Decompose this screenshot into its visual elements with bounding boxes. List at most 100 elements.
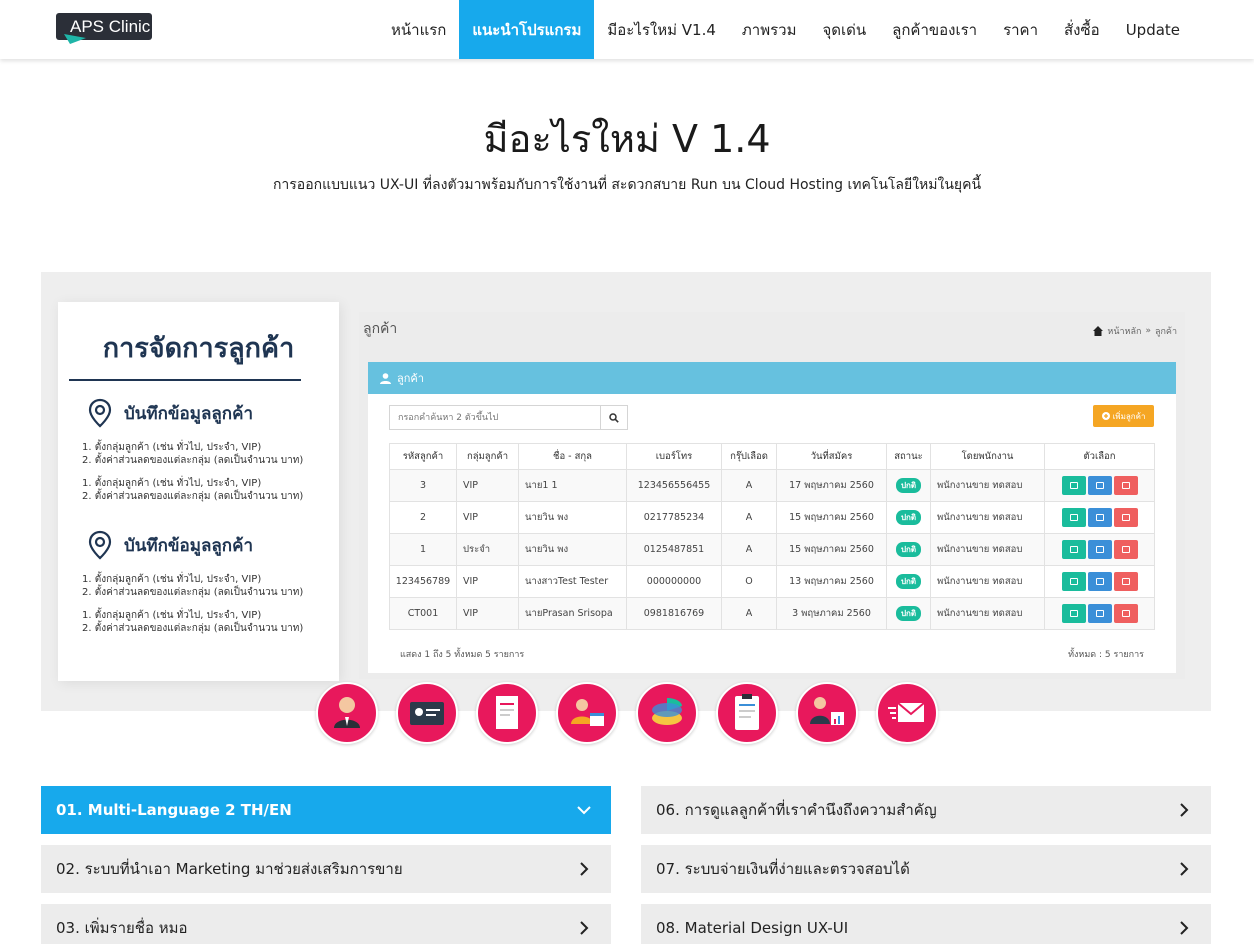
accordion-item-marketing[interactable]: 02. ระบบที่นำเอา Marketing มาช่วยส่งเสริ… bbox=[41, 845, 611, 893]
cell-name: นายวิน พง bbox=[518, 501, 627, 534]
edit-button[interactable] bbox=[1087, 540, 1112, 559]
breadcrumb-home[interactable]: หน้าหลัก bbox=[1107, 324, 1141, 338]
delete-button[interactable] bbox=[1113, 508, 1138, 527]
search-icon bbox=[609, 412, 619, 423]
breadcrumb: หน้าหลัก » ลูกค้า bbox=[1093, 324, 1177, 338]
add-customer-button[interactable]: เพิ่มลูกค้า bbox=[1093, 405, 1154, 427]
col-header[interactable]: กลุ่มลูกค้า bbox=[456, 443, 519, 470]
main-nav: หน้าแรก แนะนำโปรแกรม มีอะไรใหม่ V1.4 ภาพ… bbox=[378, 0, 1193, 59]
delete-button[interactable] bbox=[1113, 540, 1138, 559]
card-line: 2. ตั้งค่าส่วนลดของแต่ละกลุ่ม (ลดเป็นจำน… bbox=[82, 623, 304, 634]
breadcrumb-current: ลูกค้า bbox=[1154, 327, 1177, 337]
nav-overview[interactable]: ภาพรวม bbox=[729, 0, 810, 59]
accordion-item-customer-care[interactable]: 06. การดูแลลูกค้าที่เราคำนึงถึงความสำคัญ bbox=[641, 786, 1211, 834]
search-input[interactable] bbox=[390, 406, 600, 429]
customer-icon[interactable] bbox=[316, 682, 378, 744]
cell-date: 17 พฤษภาคม 2560 bbox=[776, 469, 887, 502]
col-header[interactable]: กรุ๊ปเลือด bbox=[721, 443, 777, 470]
receipt-icon[interactable] bbox=[476, 682, 538, 744]
cell-date: 15 พฤษภาคม 2560 bbox=[776, 501, 887, 534]
print-button[interactable] bbox=[1061, 540, 1086, 559]
cell-actions bbox=[1044, 565, 1155, 598]
nav-home[interactable]: หน้าแรก bbox=[378, 0, 459, 59]
status-badge: ปกติ bbox=[895, 510, 922, 525]
cell-blood: A bbox=[721, 533, 777, 566]
col-header[interactable]: วันที่สมัคร bbox=[776, 443, 887, 470]
plus-circle-icon bbox=[1101, 412, 1110, 420]
accordion-item-add-doctor[interactable]: 03. เพิ่มรายชื่อ หมอ bbox=[41, 904, 611, 944]
accordion-label: 03. เพิ่มรายชื่อ หมอ bbox=[56, 919, 188, 937]
nav-whats-new[interactable]: มีอะไรใหม่ V1.4 bbox=[594, 0, 729, 59]
nav-pricing[interactable]: ราคา bbox=[990, 0, 1051, 59]
cell-blood: A bbox=[721, 501, 777, 534]
cell-id: 3 bbox=[389, 469, 457, 502]
cell-status: ปกติ bbox=[886, 597, 931, 630]
location-pin-icon bbox=[88, 530, 112, 560]
card-line: 2. ตั้งค่าส่วนลดของแต่ละกลุ่ม (ลดเป็นจำน… bbox=[82, 491, 304, 502]
panel-header: ลูกค้า bbox=[368, 362, 1176, 394]
chevron-right-icon bbox=[1180, 921, 1189, 935]
col-header[interactable]: โดยพนักงาน bbox=[930, 443, 1045, 470]
card-line: 2. ตั้งค่าส่วนลดของแต่ละกลุ่ม (ลดเป็นจำน… bbox=[82, 587, 304, 598]
col-header[interactable]: รหัสลูกค้า bbox=[389, 443, 457, 470]
home-icon bbox=[1093, 326, 1104, 336]
cell-id: 2 bbox=[389, 501, 457, 534]
card-section-heading: บันทึกข้อมูลลูกค้า bbox=[88, 530, 253, 560]
col-header[interactable]: ชื่อ - สกุล bbox=[518, 443, 627, 470]
edit-button[interactable] bbox=[1087, 476, 1112, 495]
cell-staff: พนักงานขาย ทดสอบ bbox=[930, 533, 1045, 566]
staff-calendar-icon[interactable] bbox=[556, 682, 618, 744]
table-total: ทั้งหมด : 5 รายการ bbox=[1068, 650, 1144, 660]
card-line: 1. ตั้งกลุ่มลูกค้า (เช่น ทั่วไป, ประจำ, … bbox=[82, 478, 262, 489]
pie-chart-icon[interactable] bbox=[636, 682, 698, 744]
nav-introduce-program[interactable]: แนะนำโปรแกรม bbox=[459, 0, 595, 59]
panel-title: ลูกค้า bbox=[397, 372, 424, 385]
page-subtitle: การออกแบบแนว UX-UI ที่ลงตัวมาพร้อมกับการ… bbox=[272, 177, 982, 193]
clipboard-icon[interactable] bbox=[716, 682, 778, 744]
cell-phone: 0217785234 bbox=[626, 501, 722, 534]
col-header[interactable]: สถานะ bbox=[886, 443, 931, 470]
cell-name: นางสาวTest Tester bbox=[518, 565, 627, 598]
cell-phone: 0125487851 bbox=[626, 533, 722, 566]
cell-blood: A bbox=[721, 469, 777, 502]
status-badge: ปกติ bbox=[895, 542, 922, 557]
accordion-item-payment[interactable]: 07. ระบบจ่ายเงินที่ง่ายและตรวจสอบได้ bbox=[641, 845, 1211, 893]
edit-button[interactable] bbox=[1087, 572, 1112, 591]
nav-order[interactable]: สั่งซื้อ bbox=[1051, 0, 1113, 59]
id-card-icon[interactable] bbox=[396, 682, 458, 744]
cell-staff: พนักงานขาย ทดสอบ bbox=[930, 469, 1045, 502]
accordion-item-material-design[interactable]: 08. Material Design UX-UI bbox=[641, 904, 1211, 944]
card-line: 2. ตั้งค่าส่วนลดของแต่ละกลุ่ม (ลดเป็นจำน… bbox=[82, 455, 304, 466]
print-button[interactable] bbox=[1061, 508, 1086, 527]
print-button[interactable] bbox=[1061, 604, 1086, 623]
print-button[interactable] bbox=[1061, 572, 1086, 591]
delete-button[interactable] bbox=[1113, 572, 1138, 591]
print-button[interactable] bbox=[1061, 476, 1086, 495]
cell-id: 123456789 bbox=[389, 565, 457, 598]
accordion-item-multi-language[interactable]: 01. Multi-Language 2 TH/EN bbox=[41, 786, 611, 834]
aps-clinic-logo[interactable]: APS Clinic bbox=[56, 13, 152, 44]
nav-highlights[interactable]: จุดเด่น bbox=[809, 0, 879, 59]
delete-button[interactable] bbox=[1113, 476, 1138, 495]
delete-button[interactable] bbox=[1113, 604, 1138, 623]
edit-button[interactable] bbox=[1087, 508, 1112, 527]
nav-our-customers[interactable]: ลูกค้าของเรา bbox=[879, 0, 990, 59]
app-preview: ลูกค้า หน้าหลัก » ลูกค้า ลูกค้า เพิ่มลูก… bbox=[359, 312, 1185, 679]
cell-date: 15 พฤษภาคม 2560 bbox=[776, 533, 887, 566]
col-header[interactable]: เบอร์โทร bbox=[626, 443, 722, 470]
search-button[interactable] bbox=[600, 406, 627, 429]
page-title: มีอะไรใหม่ V 1.4 bbox=[483, 117, 771, 161]
table-row: 1 ประจำ นายวิน พง 0125487851 A 15 พฤษภาค… bbox=[389, 533, 1155, 566]
cell-date: 13 พฤษภาคม 2560 bbox=[776, 565, 887, 598]
edit-button[interactable] bbox=[1087, 604, 1112, 623]
location-pin-icon bbox=[88, 398, 112, 428]
card-title: การจัดการลูกค้า bbox=[102, 333, 295, 364]
cell-actions bbox=[1044, 533, 1155, 566]
breadcrumb-separator: » bbox=[1145, 326, 1151, 336]
presenter-chart-icon[interactable] bbox=[796, 682, 858, 744]
col-header: ตัวเลือก bbox=[1044, 443, 1155, 470]
email-icon[interactable] bbox=[876, 682, 938, 744]
accordion-label: 06. การดูแลลูกค้าที่เราคำนึงถึงความสำคัญ bbox=[656, 801, 937, 819]
nav-update[interactable]: Update bbox=[1113, 0, 1193, 59]
cell-id: CT001 bbox=[389, 597, 457, 630]
